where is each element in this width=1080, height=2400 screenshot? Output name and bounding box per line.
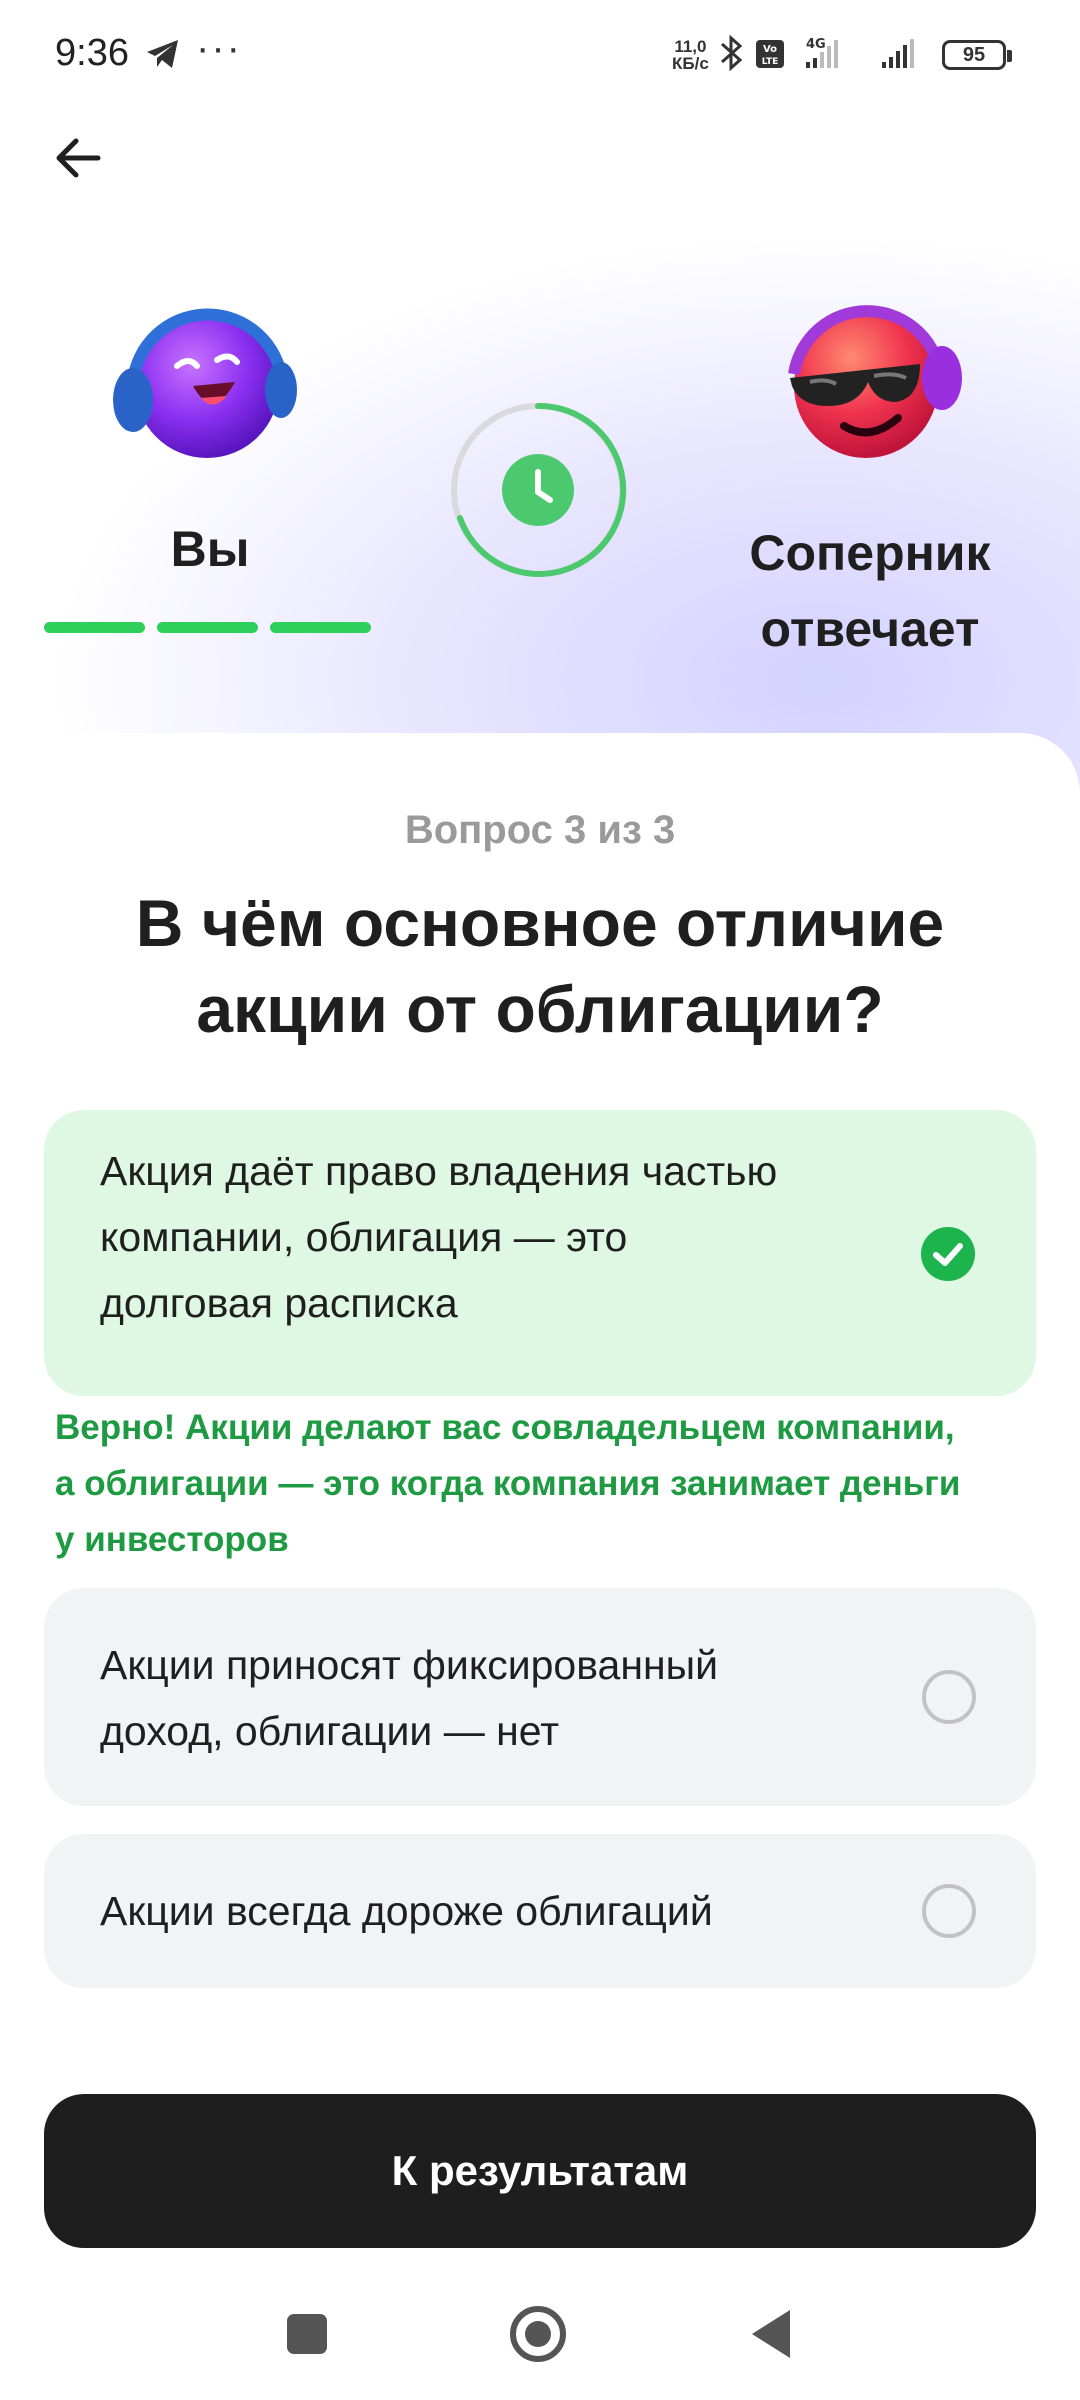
progress-segment: [270, 622, 371, 633]
opponent-status: отвечает: [760, 601, 980, 657]
recent-apps-icon[interactable]: [287, 2314, 327, 2354]
feedback-line: Верно! Акции делают вас совладельцем ком…: [55, 1408, 955, 1447]
answer-line: Акция даёт право владения частью: [100, 1148, 778, 1194]
signal-4g-icon: 4G: [806, 37, 838, 68]
your-name-label: Вы: [170, 521, 250, 577]
signal-icon: [882, 39, 914, 68]
answer-option-2[interactable]: Акции приносят фиксированный доход, обли…: [44, 1588, 1036, 1806]
bluetooth-icon: [721, 34, 743, 72]
opponent-avatar-icon: [770, 282, 970, 482]
answer-line: Акции приносят фиксированный: [100, 1642, 719, 1688]
battery-icon: 95: [942, 40, 1012, 70]
svg-text:Vo: Vo: [763, 44, 777, 55]
battery-level: 95: [962, 44, 986, 66]
answer-line: доход, облигации — нет: [100, 1708, 559, 1754]
opponent-name: Соперник: [749, 525, 991, 581]
home-icon[interactable]: [510, 2306, 566, 2362]
network-speed-unit: КБ/с: [672, 54, 709, 73]
answer-option-1[interactable]: Акция даёт право владения частью компани…: [44, 1110, 1036, 1396]
answer-option-3[interactable]: Акции всегда дороже облигаций: [44, 1834, 1036, 1988]
telegram-icon: [145, 38, 181, 75]
progress-segment: [157, 622, 258, 633]
to-results-button[interactable]: К результатам: [44, 2094, 1036, 2248]
feedback-line: у инвесторов: [55, 1520, 289, 1559]
your-progress-bar: [44, 622, 371, 633]
svg-text:4G: 4G: [806, 37, 826, 52]
status-time: 9:36: [55, 32, 129, 74]
svg-text:LTE: LTE: [762, 57, 779, 67]
answer-line: Акции всегда дороже облигаций: [100, 1888, 713, 1934]
status-bar: 9:36 ··· 11,0 КБ/с Vo LTE 4G 95: [0, 0, 1080, 110]
network-speed: 11,0 КБ/с: [672, 38, 709, 72]
arrow-left-icon: [56, 138, 101, 178]
volte-icon: Vo LTE: [756, 40, 784, 68]
question-line: акции от облигации?: [196, 972, 884, 1046]
answer-text: Акции приносят фиксированный доход, обли…: [100, 1632, 718, 1764]
radio-button[interactable]: [922, 1884, 976, 1938]
your-avatar-icon: [105, 282, 305, 482]
answer-line: компании, облигация — это: [100, 1214, 628, 1260]
answer-feedback: Верно! Акции делают вас совладельцем ком…: [55, 1400, 1015, 1568]
back-button[interactable]: [50, 130, 106, 186]
answer-line: долговая расписка: [100, 1280, 458, 1326]
status-icons: Vo LTE 4G: [718, 34, 938, 79]
check-circle-icon: [920, 1226, 976, 1282]
feedback-line: а облигации — это когда компания занимае…: [55, 1464, 961, 1503]
progress-segment: [44, 622, 145, 633]
question-text: В чём основное отличие акции от облигаци…: [60, 880, 1020, 1052]
nav-back-icon[interactable]: [752, 2310, 790, 2358]
network-speed-value: 11,0: [674, 37, 707, 56]
more-dots-icon: ···: [196, 26, 242, 70]
clock-icon: [502, 454, 574, 526]
question-line: В чём основное отличие: [135, 886, 945, 960]
question-counter: Вопрос 3 из 3: [404, 808, 676, 852]
radio-button[interactable]: [922, 1670, 976, 1724]
answer-text: Акция даёт право владения частью компани…: [100, 1138, 777, 1336]
timer-indicator: [448, 400, 628, 580]
opponent-status-label: Соперник отвечает: [700, 515, 1040, 667]
answer-text: Акции всегда дороже облигаций: [100, 1878, 713, 1944]
